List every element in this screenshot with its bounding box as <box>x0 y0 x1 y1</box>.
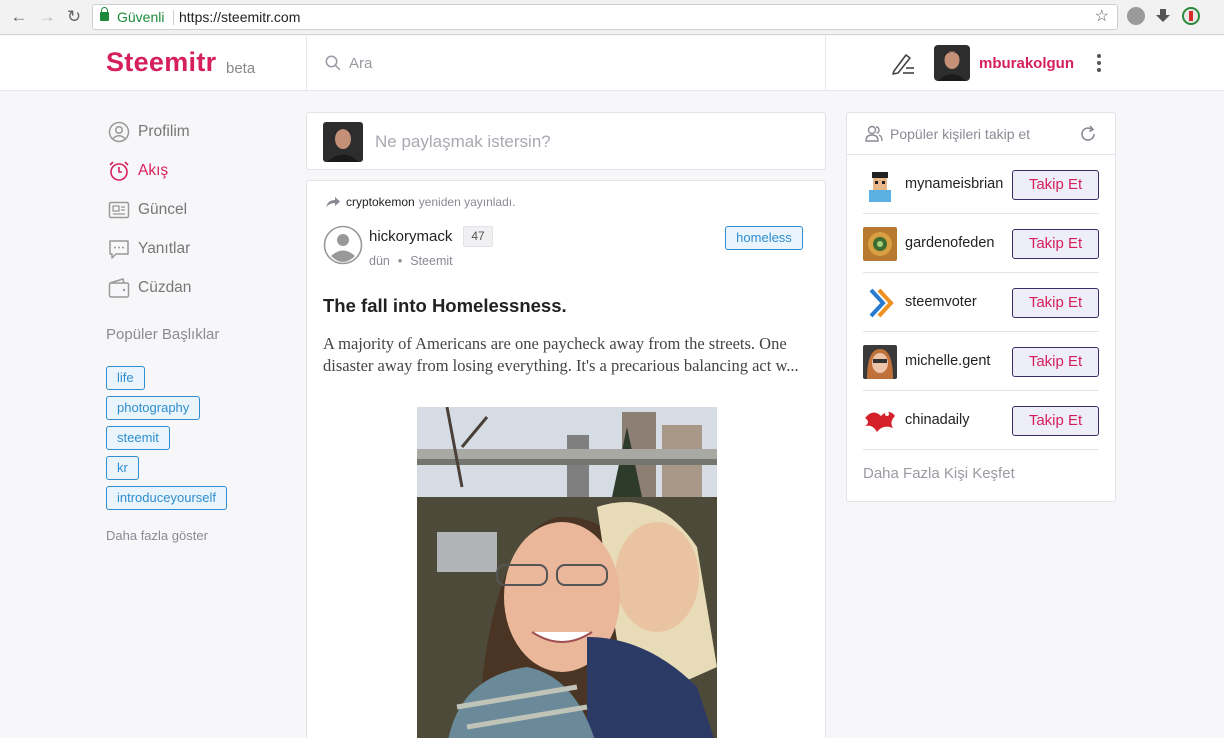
list-item: mynameisbrian Takip Et <box>863 155 1099 214</box>
more-vertical-icon[interactable] <box>1090 52 1108 74</box>
default-avatar-icon[interactable] <box>323 225 363 265</box>
header-divider <box>825 36 826 91</box>
list-item: chinadaily Takip Et <box>863 391 1099 450</box>
sidebar-item-profile[interactable]: Profilim <box>108 120 190 144</box>
discover-more-link[interactable]: Daha Fazla Kişi Keşfet <box>863 465 1015 482</box>
chat-bubble-icon <box>109 240 129 259</box>
users-icon <box>865 125 883 142</box>
resteem-username[interactable]: cryptokemon <box>346 195 415 209</box>
sidebar-item-label: Profilim <box>138 123 190 140</box>
avatar[interactable] <box>863 345 897 379</box>
sidebar-item-label: Yanıtlar <box>138 240 191 257</box>
refresh-icon[interactable] <box>1079 125 1097 143</box>
back-arrow-icon[interactable]: ← <box>8 6 30 28</box>
list-item: gardenofeden Takip Et <box>863 214 1099 273</box>
suggested-username[interactable]: chinadaily <box>905 412 970 428</box>
topic-tag[interactable]: photography <box>106 396 201 420</box>
logo[interactable]: Steemitr <box>106 47 216 78</box>
follow-button[interactable]: Takip Et <box>1012 406 1099 436</box>
sidebar-item-wallet[interactable]: Cüzdan <box>108 276 191 300</box>
current-username[interactable]: mburakolgun <box>979 55 1074 72</box>
list-item: steemvoter Takip Et <box>863 273 1099 332</box>
post-composer <box>306 112 826 170</box>
follow-panel-header: Popüler kişileri takip et <box>847 113 1115 155</box>
topic-tag[interactable]: kr <box>106 456 139 480</box>
list-item: michelle.gent Takip Et <box>863 332 1099 391</box>
secure-label: Güvenli <box>117 9 165 25</box>
download-arrow-icon[interactable] <box>1154 7 1172 25</box>
post-meta: dün • Steemit <box>369 254 453 268</box>
follow-suggestions-panel: Popüler kişileri takip et mynameisbrian … <box>846 112 1116 502</box>
post-author[interactable]: hickorymack <box>369 228 452 245</box>
composer-input[interactable] <box>375 129 805 155</box>
avatar[interactable] <box>863 404 897 438</box>
post-time: dün <box>369 254 390 268</box>
follow-button[interactable]: Takip Et <box>1012 288 1099 318</box>
logo-beta-label: beta <box>226 60 256 77</box>
search-input[interactable] <box>349 50 809 76</box>
wallet-icon <box>108 278 130 298</box>
topic-tag[interactable]: life <box>106 366 145 390</box>
sidebar-item-label: Güncel <box>138 201 188 218</box>
avatar[interactable] <box>934 45 970 81</box>
follow-button[interactable]: Takip Et <box>1012 347 1099 377</box>
address-bar[interactable]: Güvenli https://steemitr.com ☆ <box>92 4 1118 30</box>
sidebar-item-label: Akış <box>138 162 169 179</box>
extension-globe-icon[interactable] <box>1127 7 1145 25</box>
avatar[interactable] <box>863 286 897 320</box>
meta-separator: • <box>397 254 403 268</box>
reputation-badge: 47 <box>463 226 493 247</box>
post-excerpt: A majority of Americans are one paycheck… <box>323 334 799 375</box>
browser-toolbar: ← → ↻ Güvenli https://steemitr.com ☆ <box>0 0 1224 35</box>
suggested-username[interactable]: michelle.gent <box>905 353 990 369</box>
avatar[interactable] <box>863 227 897 261</box>
address-divider <box>173 10 174 25</box>
lock-icon <box>100 7 109 21</box>
search-icon <box>325 55 341 71</box>
topic-tag[interactable]: introduceyourself <box>106 486 227 510</box>
post-tag[interactable]: homeless <box>725 226 803 250</box>
resteem-row: cryptokemon yeniden yayınladı. <box>325 195 515 209</box>
avatar <box>323 122 363 162</box>
address-url[interactable]: https://steemitr.com <box>179 5 300 29</box>
sidebar-item-trending[interactable]: Güncel <box>108 198 187 222</box>
topic-tag[interactable]: steemit <box>106 426 170 450</box>
reload-icon[interactable]: ↻ <box>63 6 85 28</box>
follow-button[interactable]: Takip Et <box>1012 229 1099 259</box>
bookmark-star-icon[interactable]: ☆ <box>1095 5 1109 29</box>
suggested-username[interactable]: gardenofeden <box>905 235 995 251</box>
popular-topics-title: Popüler Başlıklar <box>106 326 220 343</box>
post-image[interactable] <box>417 407 717 738</box>
feed-post: cryptokemon yeniden yayınladı. hickoryma… <box>306 180 826 738</box>
forward-arrow-icon[interactable]: → <box>36 6 58 28</box>
post-title[interactable]: The fall into Homelessness. <box>323 295 567 317</box>
avatar[interactable] <box>863 168 897 202</box>
follow-panel-title: Popüler kişileri takip et <box>890 126 1031 142</box>
post-app: Steemit <box>410 254 453 268</box>
alarm-clock-icon <box>109 161 129 181</box>
user-circle-icon <box>108 121 130 143</box>
newspaper-icon <box>108 201 130 219</box>
compose-pen-icon[interactable] <box>890 51 916 75</box>
sidebar-item-feed[interactable]: Akış <box>108 159 168 183</box>
sidebar-item-label: Cüzdan <box>138 279 192 296</box>
show-more-topics-link[interactable]: Daha fazla göster <box>106 528 208 543</box>
follow-button[interactable]: Takip Et <box>1012 170 1099 200</box>
app-header: Steemitr beta mburakolgun <box>0 36 1224 91</box>
suggested-username[interactable]: mynameisbrian <box>905 176 1003 192</box>
sidebar-item-replies[interactable]: Yanıtlar <box>108 237 190 261</box>
header-divider <box>306 36 307 91</box>
share-arrow-icon <box>326 197 340 207</box>
extension-flag-icon[interactable] <box>1182 7 1200 25</box>
suggested-username[interactable]: steemvoter <box>905 294 977 310</box>
resteem-text: yeniden yayınladı. <box>418 195 516 209</box>
